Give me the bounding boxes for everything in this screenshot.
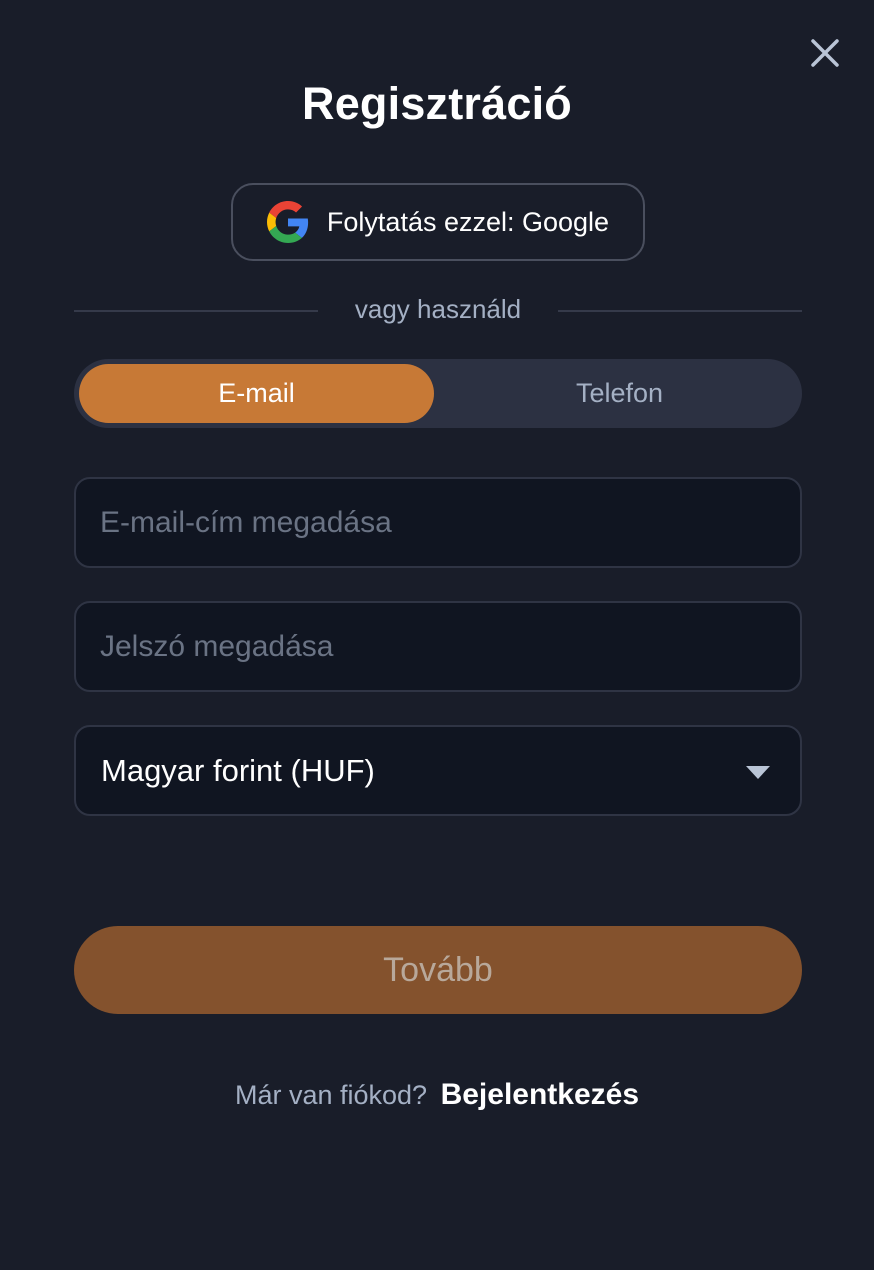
email-field-wrapper xyxy=(74,477,802,568)
google-signin-label: Folytatás ezzel: Google xyxy=(326,206,610,237)
login-link[interactable]: Bejelentkezés xyxy=(441,1078,639,1111)
signup-method-tabs: E-mail Telefon xyxy=(74,359,802,428)
page-title: Regisztráció xyxy=(302,78,572,129)
password-field-wrapper xyxy=(74,601,802,692)
login-question: Már van fiókod? xyxy=(234,1080,428,1110)
email-field[interactable] xyxy=(76,479,800,566)
divider-line-right xyxy=(558,310,802,312)
google-signin-button[interactable]: Folytatás ezzel: Google xyxy=(231,183,645,261)
chevron-down-icon xyxy=(746,766,770,779)
login-prompt: Már van fiókod? Bejelentkezés xyxy=(0,1078,874,1112)
password-field[interactable] xyxy=(76,603,800,690)
currency-selected-value: Magyar forint (HUF) xyxy=(101,753,375,788)
google-icon xyxy=(266,201,309,243)
close-button[interactable] xyxy=(808,36,842,70)
or-divider: vagy használd xyxy=(74,290,802,330)
continue-button[interactable]: Tovább xyxy=(74,926,802,1014)
currency-select[interactable]: Magyar forint (HUF) xyxy=(74,725,802,816)
close-icon xyxy=(811,39,839,67)
tab-email[interactable]: E-mail xyxy=(79,364,434,423)
registration-modal: Regisztráció Folytatás ezzel: Google vag… xyxy=(0,0,874,1270)
tab-phone[interactable]: Telefon xyxy=(442,364,797,423)
